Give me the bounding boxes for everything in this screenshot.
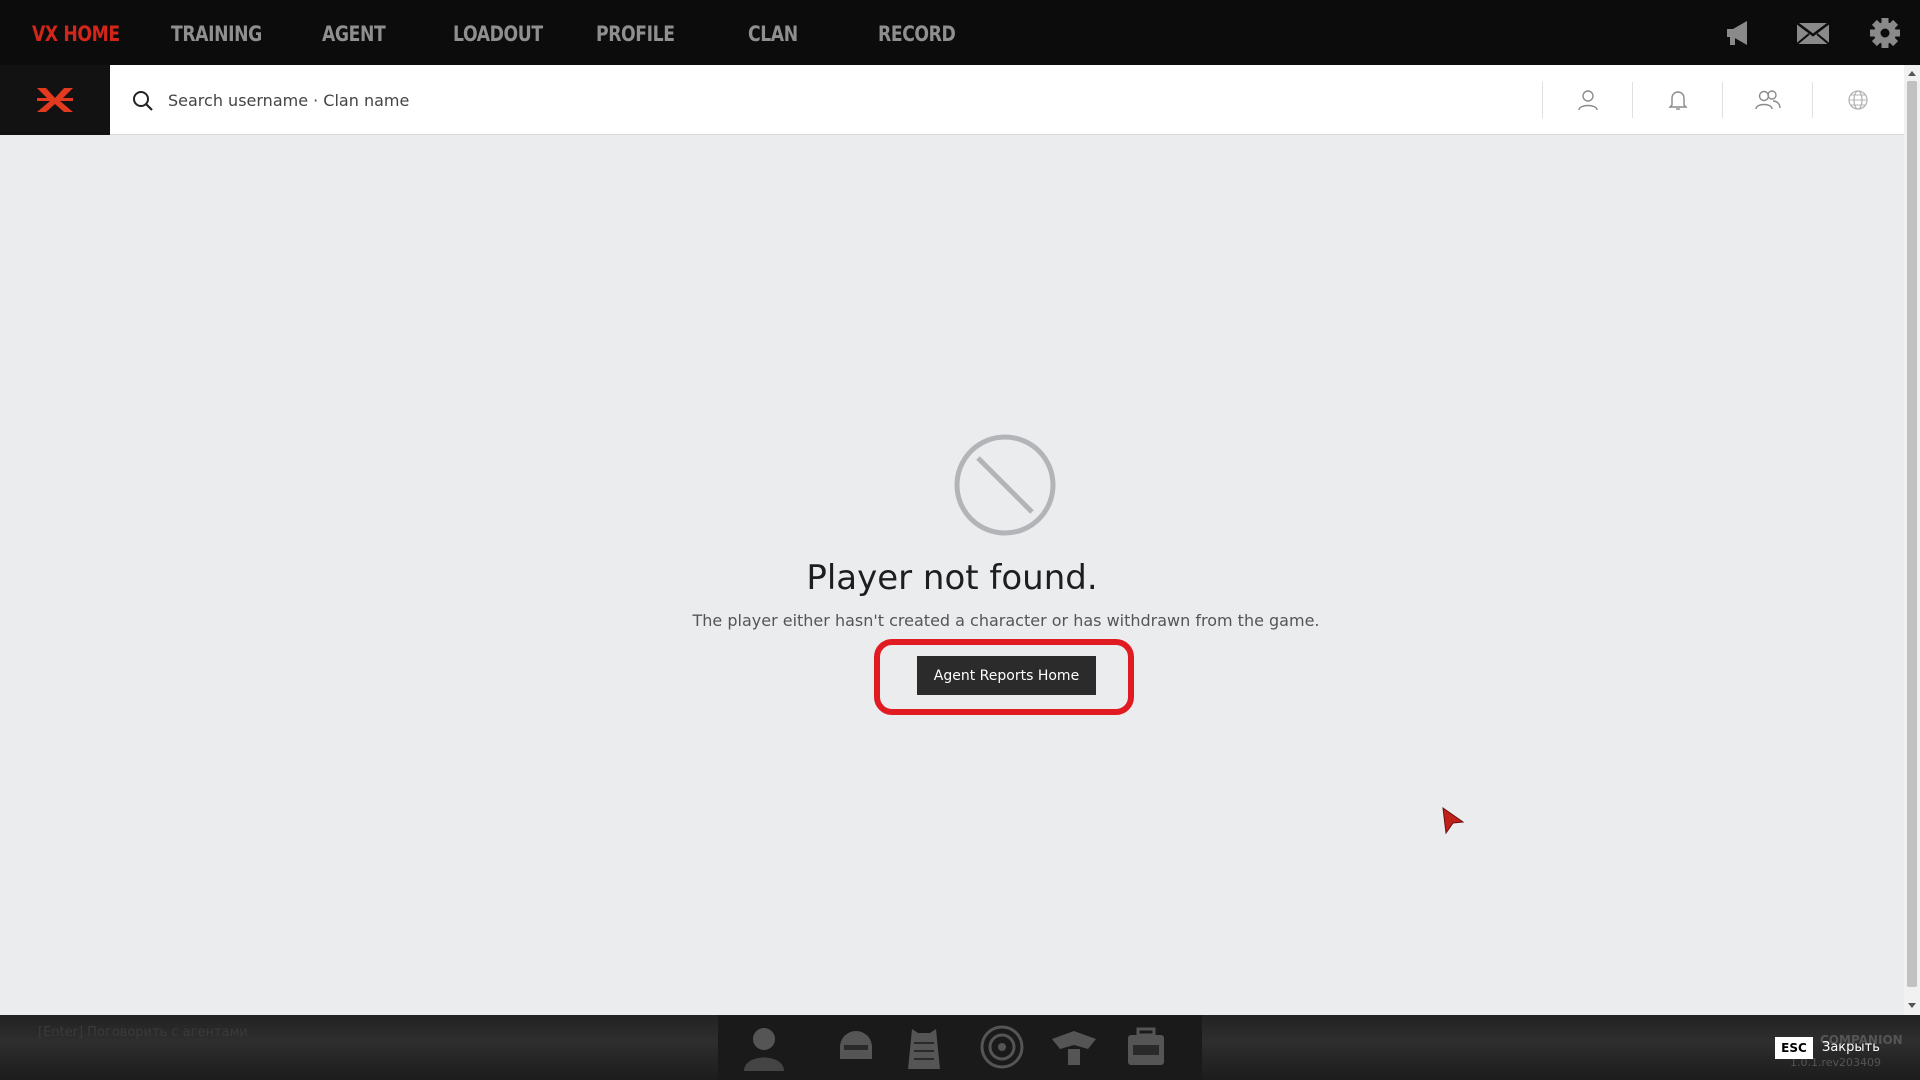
- scroll-thumb[interactable]: [1907, 81, 1917, 987]
- notifications-button[interactable]: [1632, 82, 1722, 118]
- prohibited-icon: [953, 433, 1057, 537]
- search-icon: [131, 89, 155, 113]
- game-bottom-bar: [Enter] Поговорить с агентами COMPANION …: [0, 1015, 1920, 1080]
- cursor-icon: [1441, 806, 1465, 836]
- globe-icon: [1847, 90, 1868, 110]
- interaction-hint: [Enter] Поговорить с агентами: [38, 1025, 248, 1040]
- user-button[interactable]: [1542, 82, 1632, 118]
- page-scrollbar[interactable]: [1904, 65, 1920, 1015]
- badge-icon[interactable]: [1048, 1021, 1100, 1073]
- case-icon[interactable]: [1120, 1021, 1172, 1073]
- friends-button[interactable]: [1722, 82, 1812, 118]
- nav-clan[interactable]: CLAN: [748, 0, 798, 65]
- nav-agent[interactable]: AGENT: [322, 0, 386, 65]
- character-strip: [718, 1015, 1202, 1080]
- site-logo[interactable]: [0, 65, 110, 135]
- friends-icon: [1754, 90, 1781, 110]
- close-button[interactable]: Закрыть: [1822, 1040, 1880, 1055]
- esc-key[interactable]: ESC: [1775, 1037, 1813, 1059]
- helmet-icon[interactable]: [830, 1021, 882, 1073]
- nav-profile[interactable]: PROFILE: [596, 0, 675, 65]
- settings-icon[interactable]: [1868, 16, 1902, 50]
- nav-loadout[interactable]: LOADOUT: [453, 0, 543, 65]
- language-button[interactable]: [1812, 82, 1902, 118]
- user-icon: [1577, 90, 1598, 111]
- page-subtitle: The player either hasn't created a chara…: [692, 611, 1320, 630]
- page-title: Player not found.: [806, 558, 1098, 598]
- scroll-down-arrow[interactable]: [1908, 1003, 1916, 1008]
- mail-icon[interactable]: [1796, 16, 1830, 50]
- emblem-icon[interactable]: [976, 1021, 1028, 1073]
- nav-training[interactable]: TRAINING: [171, 0, 262, 65]
- vest-icon[interactable]: [898, 1021, 950, 1073]
- game-top-nav: VX HOME TRAINING AGENT LOADOUT PROFILE C…: [0, 0, 1920, 65]
- character-portrait-icon[interactable]: [738, 1021, 790, 1073]
- agent-reports-home-button[interactable]: Agent Reports Home: [917, 656, 1096, 695]
- nav-vx-home[interactable]: VX HOME: [32, 0, 120, 65]
- nav-record[interactable]: RECORD: [878, 0, 956, 65]
- bell-icon: [1667, 91, 1688, 110]
- site-header: [0, 65, 1904, 135]
- logo-icon: [37, 88, 73, 112]
- search-input[interactable]: [168, 82, 1518, 118]
- megaphone-icon[interactable]: [1723, 16, 1757, 50]
- scroll-up-arrow[interactable]: [1908, 71, 1916, 76]
